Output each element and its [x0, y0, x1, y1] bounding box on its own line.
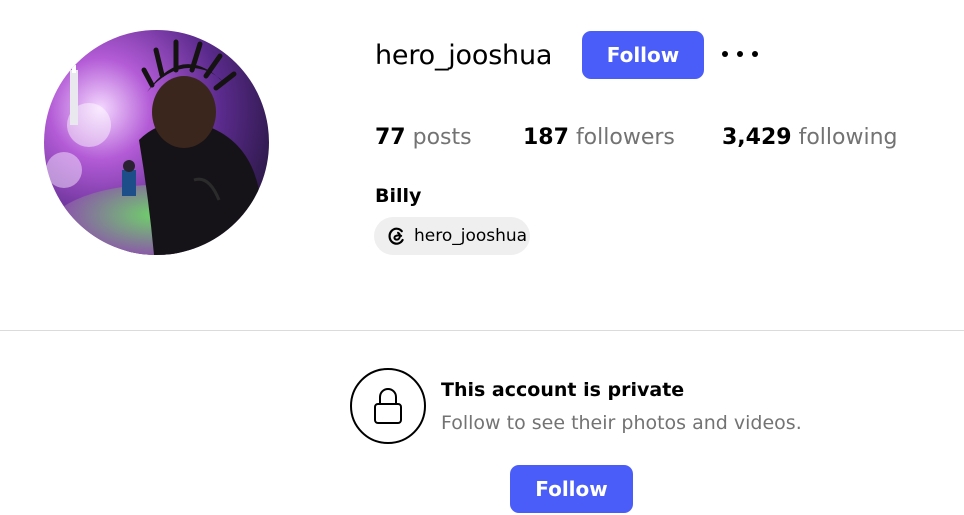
more-dot	[752, 51, 758, 57]
threads-handle: hero_jooshua	[414, 226, 528, 246]
following-count: 3,429	[722, 125, 792, 150]
posts-label: posts	[412, 125, 472, 150]
private-account-subtitle: Follow to see their photos and videos.	[441, 412, 802, 434]
follow-button-secondary[interactable]: Follow	[510, 465, 633, 513]
follow-button[interactable]: Follow	[582, 31, 704, 79]
lock-icon	[350, 368, 426, 444]
following-label: following	[798, 125, 898, 150]
threads-icon	[386, 225, 408, 247]
more-options-icon[interactable]	[722, 42, 758, 66]
more-dot	[722, 51, 728, 57]
avatar-image	[44, 30, 269, 255]
profile-avatar[interactable]	[44, 30, 269, 255]
stat-posts: 77 posts	[375, 124, 472, 152]
posts-count: 77	[375, 125, 406, 150]
private-account-title: This account is private	[441, 379, 685, 401]
followers-label: followers	[575, 125, 675, 150]
stat-following[interactable]: 3,429 following	[722, 124, 898, 152]
username: hero_jooshua	[375, 40, 553, 71]
full-name: Billy	[375, 185, 422, 207]
more-dot	[737, 51, 743, 57]
stat-followers[interactable]: 187 followers	[523, 124, 675, 152]
followers-count: 187	[523, 125, 569, 150]
threads-link[interactable]: hero_jooshua	[374, 217, 530, 255]
section-divider	[0, 330, 964, 331]
